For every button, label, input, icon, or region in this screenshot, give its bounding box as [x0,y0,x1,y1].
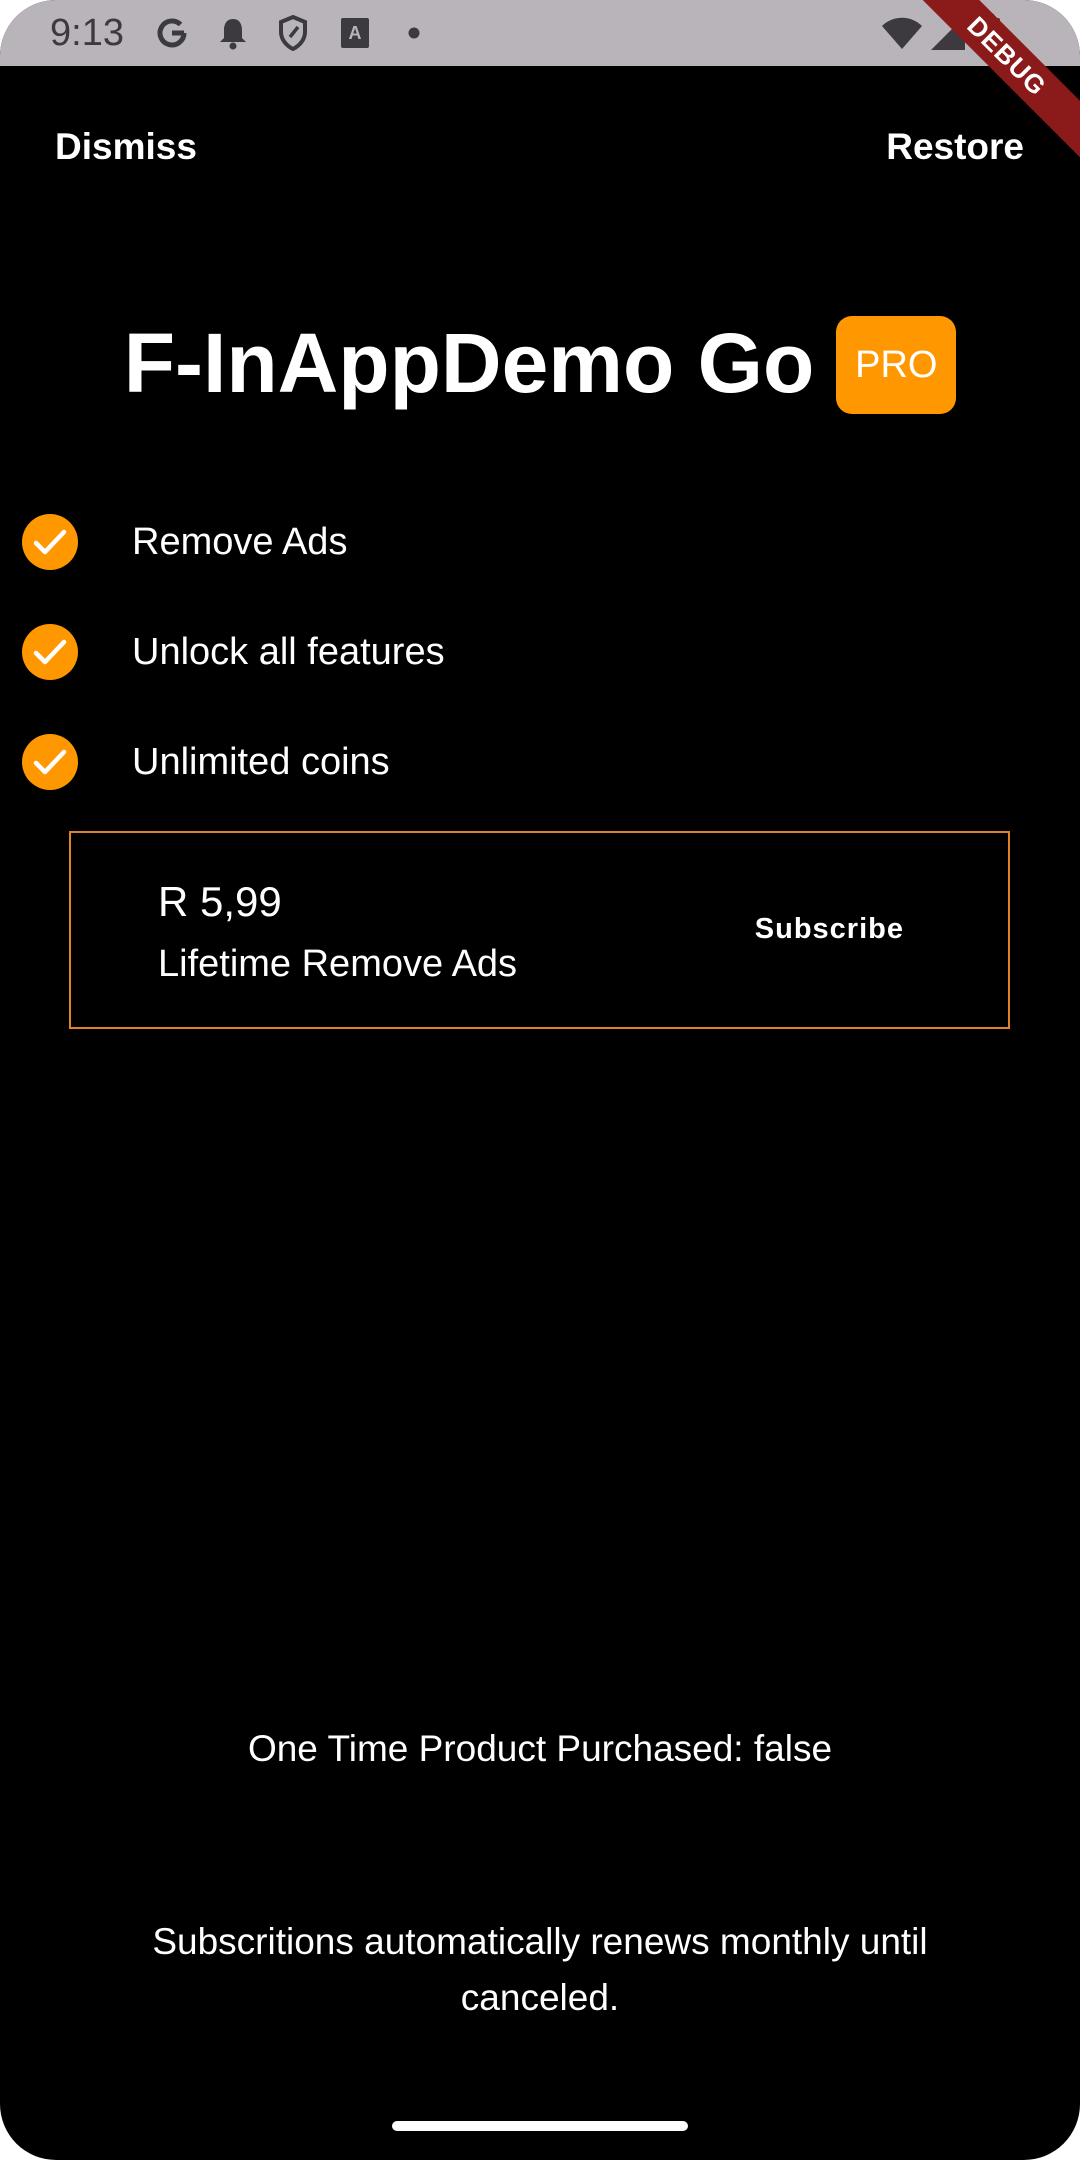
feature-item: Unlock all features [22,624,445,680]
product-name: Lifetime Remove Ads [158,943,518,985]
check-circle-icon [22,734,78,790]
purchase-status-text: One Time Product Purchased: false [247,1728,833,1769]
subscription-footer-note: Subscritions automatically renews monthl… [152,1921,928,2018]
dismiss-button[interactable]: Dismiss [55,122,197,172]
pro-badge: PRO [836,316,957,414]
screen: 9:13 A DEBUG Dismiss Restore F-InAppDemo… [0,0,1080,2160]
feature-label: Unlock all features [132,631,445,673]
restore-button[interactable]: Restore [886,122,1024,172]
home-indicator[interactable] [392,2121,688,2131]
feature-label: Unlimited coins [132,741,390,783]
status-time: 9:13 [50,12,124,54]
shield-icon [276,14,310,52]
dot-icon [404,14,424,52]
check-circle-icon [22,624,78,680]
status-bar: 9:13 A DEBUG [0,0,1080,166]
product-price: R 5,99 [158,878,282,925]
a-box-icon: A [338,14,372,52]
svg-text:A: A [349,23,362,43]
notification-bell-icon [216,14,250,52]
google-g-icon [152,14,192,52]
app-title: F-InAppDemo Go [123,316,815,410]
check-circle-icon [22,514,78,570]
feature-label: Remove Ads [132,521,348,563]
feature-item: Remove Ads [22,514,347,570]
wifi-icon [880,14,924,52]
product-card[interactable]: R 5,99 Lifetime Remove Ads Subscribe [69,831,1010,1029]
subscribe-button[interactable]: Subscribe [755,909,904,949]
title-row: F-InAppDemo Go PRO [0,308,1080,418]
feature-item: Unlimited coins [22,734,390,790]
